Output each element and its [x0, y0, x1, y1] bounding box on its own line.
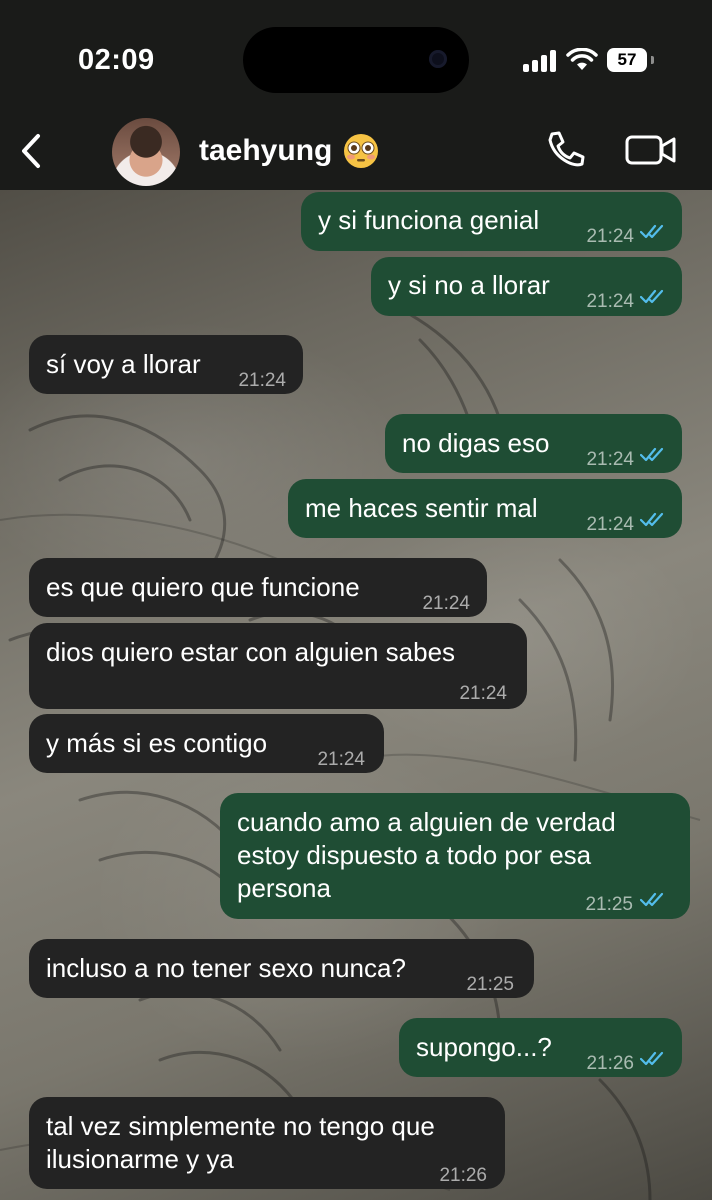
message-time: 21:24	[586, 291, 634, 312]
video-camera-icon[interactable]	[624, 130, 678, 170]
message-time: 21:24	[586, 514, 634, 535]
message-bubble-outgoing[interactable]: cuando amo a alguien de verdad estoy dis…	[220, 793, 690, 919]
message-bubble-incoming[interactable]: dios quiero estar con alguien sabes 21:2…	[29, 623, 527, 709]
message-text: incluso a no tener sexo nunca?	[46, 953, 406, 983]
dynamic-island	[243, 27, 469, 93]
phone-icon[interactable]	[544, 128, 588, 172]
message-bubble-incoming[interactable]: incluso a no tener sexo nunca? 21:25	[29, 939, 534, 998]
chat-header: 02:09 57 taehyung	[0, 0, 712, 190]
wifi-icon	[566, 48, 598, 70]
message-bubble-outgoing[interactable]: y si no a llorar 21:24	[371, 257, 682, 316]
message-text: supongo...?	[416, 1032, 552, 1062]
message-time: 21:24	[586, 226, 634, 247]
message-bubble-incoming[interactable]: tal vez simplemente no tengo que ilusion…	[29, 1097, 505, 1189]
flushed-face-emoji-icon	[344, 134, 378, 168]
message-text: y más si es contigo	[46, 728, 268, 758]
message-text: dios quiero estar con alguien sabes	[46, 637, 456, 667]
message-text: cuando amo a alguien de verdad estoy dis…	[237, 807, 616, 903]
message-bubble-outgoing[interactable]: me haces sentir mal 21:24	[288, 479, 682, 538]
message-text: y si no a llorar	[388, 270, 550, 300]
message-time: 21:25	[585, 894, 633, 915]
message-bubble-incoming[interactable]: y más si es contigo 21:24	[29, 714, 384, 773]
message-bubble-incoming[interactable]: es que quiero que funcione 21:24	[29, 558, 487, 617]
front-camera-icon	[429, 50, 447, 68]
chevron-left-icon[interactable]	[14, 128, 50, 174]
message-time: 21:24	[586, 449, 634, 470]
battery-level: 57	[617, 50, 637, 69]
message-time: 21:24	[422, 593, 470, 614]
read-receipt-icon	[640, 289, 664, 304]
message-time: 21:24	[459, 683, 507, 704]
contact-name[interactable]: taehyung	[199, 134, 332, 168]
message-bubble-outgoing[interactable]: y si funciona genial 21:24	[301, 192, 682, 251]
read-receipt-icon	[640, 224, 664, 239]
read-receipt-icon	[640, 892, 664, 907]
message-text: me haces sentir mal	[305, 493, 538, 523]
read-receipt-icon	[640, 1051, 664, 1066]
status-bar-time: 02:09	[78, 44, 155, 76]
message-text: sí voy a llorar	[46, 349, 201, 379]
read-receipt-icon	[640, 512, 664, 527]
message-bubble-outgoing[interactable]: no digas eso 21:24	[385, 414, 682, 473]
battery-icon: 57	[607, 48, 654, 72]
message-time: 21:26	[586, 1053, 634, 1074]
message-text: tal vez simplemente no tengo que ilusion…	[46, 1111, 435, 1174]
read-receipt-icon	[640, 447, 664, 462]
cellular-signal-icon	[523, 50, 559, 72]
message-time: 21:24	[317, 749, 365, 770]
message-text: y si funciona genial	[318, 205, 540, 235]
message-time: 21:24	[238, 370, 286, 391]
avatar[interactable]	[112, 118, 180, 186]
message-time: 21:26	[439, 1165, 487, 1186]
message-text: no digas eso	[402, 428, 550, 458]
message-bubble-incoming[interactable]: sí voy a llorar 21:24	[29, 335, 303, 394]
message-bubble-outgoing[interactable]: supongo...? 21:26	[399, 1018, 682, 1077]
message-time: 21:25	[466, 974, 514, 995]
message-text: es que quiero que funcione	[46, 572, 360, 602]
